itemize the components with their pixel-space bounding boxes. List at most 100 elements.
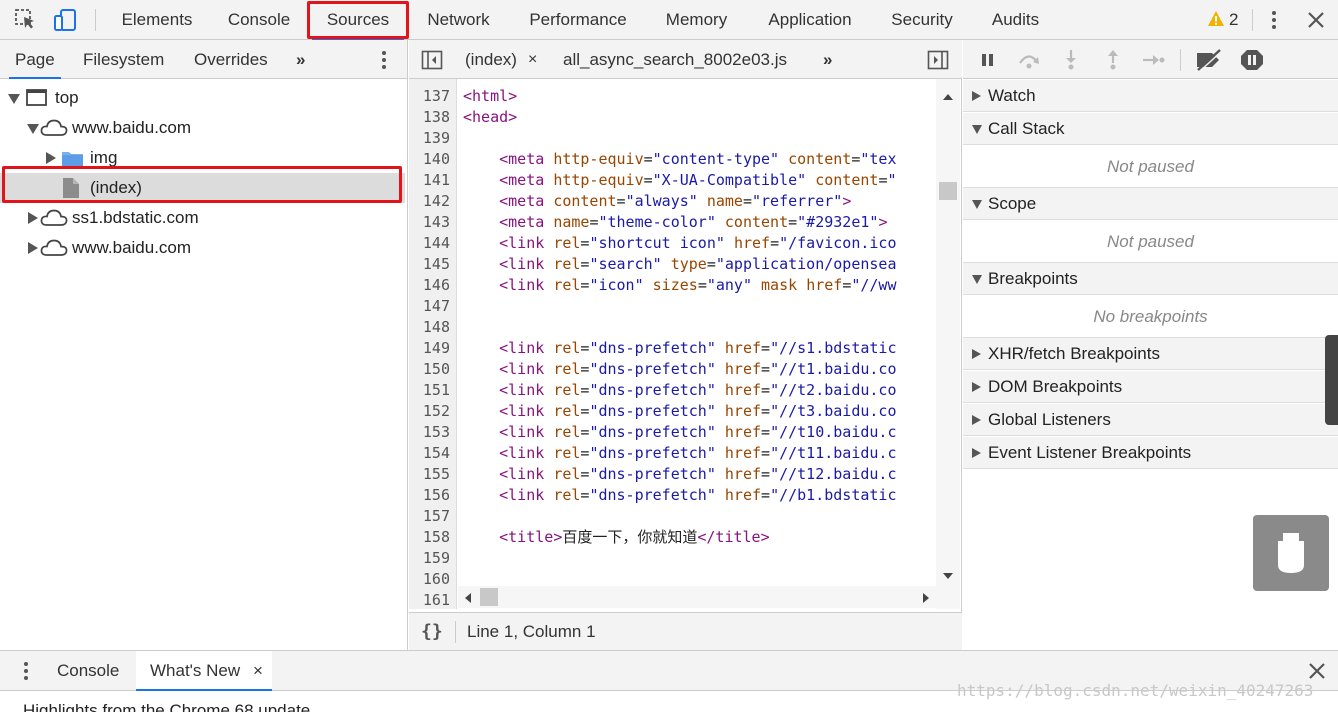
collapsed-triangle-icon[interactable] [46, 152, 56, 164]
section-watch[interactable]: Watch [963, 80, 1338, 112]
navigator-menu-icon[interactable] [372, 48, 396, 72]
line-number[interactable]: 137 [423, 86, 450, 107]
section-dom-breakpoints[interactable]: DOM Breakpoints [963, 371, 1338, 403]
scroll-down-arrow-icon[interactable] [942, 567, 954, 585]
tab-memory[interactable]: Memory [663, 0, 730, 40]
drawer-menu-icon[interactable] [14, 659, 38, 683]
code-line[interactable]: <link rel="dns-prefetch" href="//b1.bdst… [463, 485, 896, 506]
section-breakpoints[interactable]: Breakpoints [963, 263, 1338, 295]
scroll-right-arrow-icon[interactable] [922, 591, 930, 609]
close-icon[interactable] [1304, 8, 1328, 32]
collapsed-triangle-icon[interactable] [972, 349, 981, 359]
line-number[interactable]: 161 [423, 590, 450, 609]
code-line[interactable]: <link rel="dns-prefetch" href="//t10.bai… [463, 422, 896, 443]
line-number[interactable]: 160 [423, 569, 450, 590]
collapsed-triangle-icon[interactable] [972, 448, 981, 458]
collapsed-triangle-icon[interactable] [28, 212, 38, 224]
collapsed-triangle-icon[interactable] [28, 242, 38, 254]
code-line[interactable]: <link rel="dns-prefetch" href="//t1.baid… [463, 359, 896, 380]
line-number[interactable]: 153 [423, 422, 450, 443]
code-line[interactable]: <meta http-equiv="X-UA-Compatible" conte… [463, 170, 896, 191]
line-number[interactable]: 147 [423, 296, 450, 317]
line-number[interactable]: 151 [423, 380, 450, 401]
collapsed-triangle-icon[interactable] [972, 382, 981, 392]
line-number[interactable]: 138 [423, 107, 450, 128]
vertical-scrollbar[interactable] [936, 79, 960, 609]
drawer-tab-whats-new[interactable]: What's New × [136, 651, 272, 691]
more-tabs-button[interactable]: » [296, 40, 305, 79]
tab-performance[interactable]: Performance [528, 0, 628, 40]
section-call-stack[interactable]: Call Stack [963, 113, 1338, 145]
more-editor-tabs-button[interactable]: » [823, 40, 832, 79]
line-number[interactable]: 144 [423, 233, 450, 254]
expand-triangle-icon[interactable] [8, 94, 20, 104]
line-number[interactable]: 143 [423, 212, 450, 233]
code-line[interactable]: <link rel="shortcut icon" href="/favicon… [463, 233, 896, 254]
toggle-navigator-icon[interactable] [421, 49, 443, 71]
line-number[interactable]: 152 [423, 401, 450, 422]
expand-triangle-icon[interactable] [972, 275, 982, 284]
line-number[interactable]: 146 [423, 275, 450, 296]
pretty-print-icon[interactable]: {} [421, 621, 443, 642]
tab-application[interactable]: Application [765, 0, 855, 40]
code-area[interactable]: <html> <head> <meta http-equiv="content-t… [458, 79, 936, 609]
tab-page[interactable]: Page [9, 40, 61, 79]
floating-dock-button[interactable] [1253, 515, 1329, 591]
inspect-element-icon[interactable] [14, 8, 38, 32]
collapsed-triangle-icon[interactable] [972, 91, 981, 101]
tab-elements[interactable]: Elements [121, 0, 193, 40]
code-line[interactable]: <link rel="dns-prefetch" href="//s1.bdst… [463, 338, 896, 359]
collapsed-triangle-icon[interactable] [972, 415, 981, 425]
close-tab-icon[interactable]: × [528, 40, 537, 79]
close-drawer-tab-icon[interactable]: × [253, 651, 263, 691]
code-line[interactable]: <head> [463, 107, 517, 128]
scroll-left-arrow-icon[interactable] [464, 591, 472, 609]
code-line[interactable]: <link rel="icon" sizes="any" mask href="… [463, 275, 896, 296]
line-number[interactable]: 140 [423, 149, 450, 170]
code-line[interactable]: <link rel="dns-prefetch" href="//t2.baid… [463, 380, 896, 401]
tab-audits[interactable]: Audits [989, 0, 1042, 40]
tree-item-www-baidu-com-2[interactable]: www.baidu.com [0, 233, 405, 263]
editor-tab-all-async-search[interactable]: all_async_search_8002e03.js [563, 40, 787, 79]
code-line[interactable]: <title>百度一下，你就知道</title> [463, 527, 769, 548]
section-xhr-fetch-breakpoints[interactable]: XHR/fetch Breakpoints [963, 338, 1338, 370]
tree-item-img[interactable]: img [0, 143, 405, 173]
line-number[interactable]: 139 [423, 128, 450, 149]
side-panel-handle[interactable] [1325, 335, 1338, 425]
code-line[interactable]: <link rel="dns-prefetch" href="//t3.baid… [463, 401, 896, 422]
line-number[interactable]: 149 [423, 338, 450, 359]
tree-item-ss1-bdstatic-com[interactable]: ss1.bdstatic.com [0, 203, 405, 233]
code-line[interactable]: <link rel="dns-prefetch" href="//t11.bai… [463, 443, 896, 464]
expand-triangle-icon[interactable] [27, 124, 39, 134]
tree-item-www-baidu-com[interactable]: www.baidu.com [0, 113, 405, 143]
deactivate-breakpoints-icon[interactable] [1194, 48, 1223, 72]
tab-filesystem[interactable]: Filesystem [83, 40, 164, 79]
line-number[interactable]: 154 [423, 443, 450, 464]
line-number[interactable]: 141 [423, 170, 450, 191]
expand-triangle-icon[interactable] [972, 125, 982, 134]
drawer-tab-console[interactable]: Console [57, 651, 119, 691]
line-number[interactable]: 155 [423, 464, 450, 485]
line-number[interactable]: 156 [423, 485, 450, 506]
code-line[interactable]: <html> [463, 86, 517, 107]
code-line[interactable]: <meta name="theme-color" content="#2932e… [463, 212, 887, 233]
code-line[interactable]: <link rel="search" type="application/ope… [463, 254, 896, 275]
tab-console[interactable]: Console [227, 0, 291, 40]
tree-item-index[interactable]: (index) [0, 173, 405, 203]
line-number[interactable]: 142 [423, 191, 450, 212]
line-number[interactable]: 158 [423, 527, 450, 548]
tab-overrides[interactable]: Overrides [194, 40, 268, 79]
code-line[interactable]: <meta content="always" name="referrer"> [463, 191, 851, 212]
code-line[interactable]: <meta http-equiv="content-type" content=… [463, 149, 896, 170]
section-global-listeners[interactable]: Global Listeners [963, 404, 1338, 436]
line-number[interactable]: 159 [423, 548, 450, 569]
kebab-menu-icon[interactable] [1262, 8, 1286, 32]
line-number[interactable]: 157 [423, 506, 450, 527]
editor-tab-index[interactable]: (index) [465, 40, 517, 79]
section-scope[interactable]: Scope [963, 188, 1338, 220]
close-drawer-icon[interactable] [1305, 659, 1329, 683]
line-number[interactable]: 150 [423, 359, 450, 380]
tab-security[interactable]: Security [890, 0, 954, 40]
warning-icon[interactable] [1207, 10, 1225, 28]
pause-icon[interactable] [975, 48, 1001, 72]
